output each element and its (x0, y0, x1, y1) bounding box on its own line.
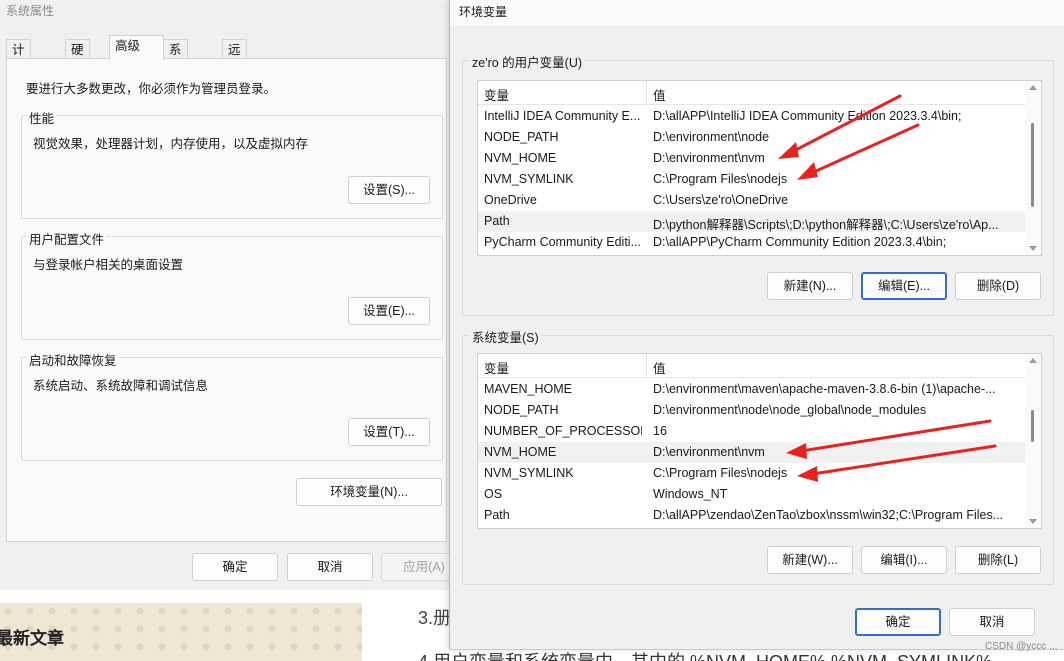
system-variables-section: 系统变量(S) 变量 值 MAVEN_HOME D:\environment\m… (462, 327, 1054, 585)
latest-articles-heading: 最新文章 (0, 629, 64, 648)
list-row[interactable]: MAVEN_HOME D:\environment\maven\apache-m… (478, 379, 1026, 400)
environment-variables-button[interactable]: 环境变量(N)... (296, 478, 442, 506)
variable-value: D:\allAPP\IntelliJ IDEA Community Editio… (653, 109, 962, 123)
variable-value: D:\allAPP\PyCharm Community Edition 2023… (653, 235, 947, 249)
group-description: 系统启动、系统故障和调试信息 (33, 379, 209, 393)
list-row-selected[interactable]: Path D:\python解释器\Scripts\;D:\python解释器\… (478, 211, 1026, 232)
user-profiles-settings-button[interactable]: 设置(E)... (348, 297, 430, 325)
group-description: 与登录帐户相关的桌面设置 (33, 258, 184, 272)
variable-name: Path (484, 508, 510, 522)
list-header: 变量 值 (478, 354, 1026, 378)
vertical-scrollbar[interactable] (1025, 81, 1041, 255)
user-variables-section: ze'ro 的用户变量(U) 变量 值 IntelliJ IDEA Commun… (462, 52, 1054, 316)
list-row[interactable]: OS Windows_NT (478, 484, 1026, 505)
tab-advanced[interactable]: 高级 (109, 35, 164, 60)
section-title: ze'ro 的用户变量(U) (469, 52, 586, 71)
scroll-up-icon[interactable] (1029, 85, 1037, 90)
variable-value: D:\python解释器\Scripts\;D:\python解释器\;C:\U… (653, 218, 999, 232)
list-row-selected[interactable]: NVM_HOME D:\environment\nvm (478, 442, 1026, 463)
variable-value: D:\environment\node (653, 130, 770, 144)
variable-value: C:\Users\ze'ro\OneDrive (653, 193, 789, 207)
variable-value: D:\allAPP\zendao\ZenTao\zbox\nssm\win32;… (653, 508, 1004, 522)
variable-value: D:\environment\node\node_global\node_mod… (653, 403, 927, 417)
list-row[interactable]: OneDrive C:\Users\ze'ro\OneDrive (478, 190, 1026, 211)
variable-value: C:\Program Files\nodejs (653, 172, 788, 186)
user-delete-button[interactable]: 删除(D) (955, 272, 1041, 300)
performance-settings-button[interactable]: 设置(S)... (348, 176, 430, 204)
column-divider[interactable] (646, 354, 647, 378)
env-ok-button[interactable]: 确定 (855, 608, 941, 636)
variable-name: NODE_PATH (484, 130, 559, 144)
admin-note: 要进行大多数更改，你必须作为管理员登录。 (26, 82, 277, 96)
variable-name: Path (484, 214, 510, 228)
list-row[interactable]: NODE_PATH D:\environment\node\node_globa… (478, 400, 1026, 421)
variable-value: D:\environment\maven\apache-maven-3.8.6-… (653, 382, 996, 396)
tab-system-protection[interactable]: 系统保护 (163, 39, 188, 117)
column-divider[interactable] (646, 81, 647, 105)
csdn-watermark: CSDN @yccc ... (985, 641, 1058, 652)
variable-name: NVM_SYMLINK (484, 466, 574, 480)
scroll-down-icon[interactable] (1029, 519, 1037, 524)
user-variables-list[interactable]: 变量 值 IntelliJ IDEA Community E... D:\all… (477, 80, 1042, 256)
group-title: 性能 (27, 108, 57, 127)
system-edit-button[interactable]: 编辑(I)... (861, 546, 947, 574)
group-title: 启动和故障恢复 (27, 350, 119, 369)
dialog-title: 系统属性 (6, 4, 55, 18)
variable-value: Windows_NT (653, 487, 728, 501)
user-new-button[interactable]: 新建(N)... (767, 272, 853, 300)
list-row[interactable]: IntelliJ IDEA Community E... D:\allAPP\I… (478, 106, 1026, 127)
column-header-variable[interactable]: 变量 (484, 358, 642, 377)
user-edit-button[interactable]: 编辑(E)... (861, 272, 947, 300)
title-bar[interactable]: 环境变量 (450, 0, 1064, 26)
startup-recovery-settings-button[interactable]: 设置(T)... (348, 418, 430, 446)
tab-hardware[interactable]: 硬件 (65, 39, 90, 77)
dialog-title: 环境变量 (459, 5, 508, 19)
tab-computer-name[interactable]: 计算机名 (6, 39, 31, 117)
variable-name: OneDrive (484, 193, 537, 207)
system-delete-button[interactable]: 删除(L) (955, 546, 1041, 574)
variable-name: NODE_PATH (484, 403, 559, 417)
variable-name: MAVEN_HOME (484, 382, 572, 396)
variable-name: OS (484, 487, 503, 501)
column-header-value[interactable]: 值 (653, 85, 1023, 104)
column-header-variable[interactable]: 变量 (484, 85, 642, 104)
group-description: 视觉效果，处理器计划，内存使用，以及虚拟内存 (33, 137, 309, 151)
list-header: 变量 值 (478, 81, 1026, 105)
list-row[interactable]: NVM_HOME D:\environment\nvm (478, 148, 1026, 169)
scrollbar-thumb[interactable] (1031, 123, 1034, 207)
cancel-button[interactable]: 取消 (287, 553, 373, 581)
variable-name: NVM_HOME (484, 445, 557, 459)
variable-value: D:\environment\nvm (653, 151, 765, 165)
list-row[interactable]: NVM_SYMLINK C:\Program Files\nodejs (478, 169, 1026, 190)
scrollbar-thumb[interactable] (1031, 410, 1034, 442)
system-variables-list[interactable]: 变量 值 MAVEN_HOME D:\environment\maven\apa… (477, 353, 1042, 529)
variable-value: 16 (653, 424, 667, 438)
variable-value: C:\Program Files\nodejs (653, 466, 788, 480)
list-row[interactable]: Path D:\allAPP\zendao\ZenTao\zbox\nssm\w… (478, 505, 1026, 526)
variable-name: NUMBER_OF_PROCESSORS (484, 424, 642, 438)
variable-value: D:\environment\nvm (653, 445, 765, 459)
column-header-value[interactable]: 值 (653, 358, 1023, 377)
list-row[interactable]: PyCharm Community Editi... D:\allAPP\PyC… (478, 232, 1026, 253)
system-new-button[interactable]: 新建(W)... (767, 546, 853, 574)
scroll-down-icon[interactable] (1029, 246, 1037, 251)
list-row[interactable]: NODE_PATH D:\environment\node (478, 127, 1026, 148)
variable-name: PyCharm Community Editi... (484, 235, 641, 249)
env-cancel-button[interactable]: 取消 (949, 608, 1035, 636)
tab-remote[interactable]: 远程 (222, 39, 247, 77)
environment-variables-dialog: 环境变量 ze'ro 的用户变量(U) 变量 值 IntelliJ IDEA C… (449, 0, 1064, 650)
scroll-up-icon[interactable] (1029, 358, 1037, 363)
list-row[interactable]: NUMBER_OF_PROCESSORS 16 (478, 421, 1026, 442)
section-title: 系统变量(S) (469, 327, 542, 346)
variable-name: NVM_SYMLINK (484, 172, 574, 186)
system-properties-dialog: 系统属性 计算机名 硬件 高级 系统保护 远程 要进行大多数更改，你必须作为管理… (0, 0, 467, 590)
ok-button[interactable]: 确定 (192, 553, 278, 581)
article-text-line: 3.册 (418, 608, 452, 628)
group-title: 用户配置文件 (27, 229, 107, 248)
variable-name: IntelliJ IDEA Community E... (484, 109, 641, 123)
list-row[interactable]: NVM_SYMLINK C:\Program Files\nodejs (478, 463, 1026, 484)
vertical-scrollbar[interactable] (1025, 354, 1041, 528)
variable-name: NVM_HOME (484, 151, 557, 165)
